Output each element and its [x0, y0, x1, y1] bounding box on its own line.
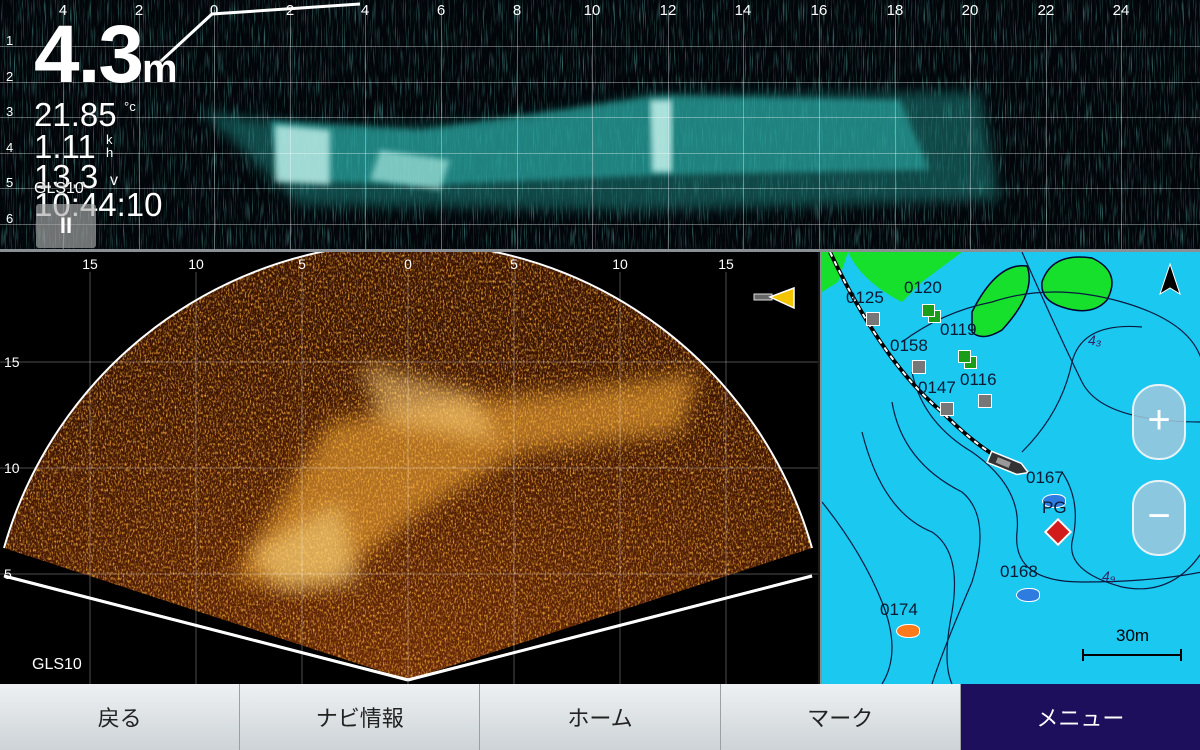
sonar-distance-tick: 14 — [734, 2, 752, 19]
home-button[interactable]: ホーム — [480, 684, 721, 750]
sonar-depth-tick: 1 — [6, 33, 14, 48]
waypoint-label[interactable]: 0158 — [890, 336, 928, 356]
sonar-grid-horizontal — [0, 82, 1200, 83]
sonar-distance-tick: 24 — [1112, 2, 1130, 19]
waypoint-square-icon[interactable] — [940, 402, 954, 416]
waypoint-label[interactable]: 0120 — [904, 278, 942, 298]
sonar-echo-image — [110, 2, 1200, 249]
waypoint-label[interactable]: PG — [1042, 498, 1067, 518]
sonar-distance-tick: 20 — [961, 2, 979, 19]
sonar-grid-horizontal — [0, 188, 1200, 189]
sonar-depth-tick: 2 — [6, 69, 14, 84]
sonar-depth-tick: 6 — [6, 211, 14, 226]
sonar-distance-tick: 6 — [436, 2, 446, 19]
transducer-direction-icon — [753, 286, 795, 310]
scope-range-tick: 5 — [510, 256, 518, 272]
waypoint-green-icon[interactable] — [958, 350, 971, 363]
traditional-sonar-panel[interactable]: 4 2 0 2 4 6 8 10 12 14 16 18 20 22 24 1 2 3 4 5 6 4.3m 21.85… — [0, 0, 1200, 252]
waypoint-square-icon[interactable] — [912, 360, 926, 374]
fish-marker-icon[interactable] — [896, 624, 920, 638]
sonar-distance-tick: 18 — [886, 2, 904, 19]
waypoint-square-icon[interactable] — [978, 394, 992, 408]
waypoint-label[interactable]: 0168 — [1000, 562, 1038, 582]
depth-contour-label: 4₃ — [1088, 332, 1102, 348]
water-temperature-readout: 21.85 — [34, 96, 117, 133]
sonar-grid-horizontal — [0, 153, 1200, 154]
scope-range-tick: 5 — [298, 256, 306, 272]
waypoint-square-icon[interactable] — [866, 312, 880, 326]
map-scale-label: 30m — [1116, 626, 1150, 645]
sonar-source-label: GLS10 — [34, 180, 84, 197]
bottom-navigation-bar: 戻る ナビ情報 ホーム マーク メニュー — [0, 684, 1200, 750]
sonar-distance-tick: 4 — [360, 2, 370, 19]
waypoint-green-icon[interactable] — [922, 304, 935, 317]
vessel-icon — [986, 450, 1030, 476]
temperature-unit: °c — [124, 99, 136, 114]
zoom-in-button[interactable]: + — [1132, 384, 1186, 460]
north-arrow-icon — [1159, 262, 1181, 296]
speed-unit: kh — [106, 132, 114, 160]
sonar-distance-tick: 22 — [1037, 2, 1055, 19]
sonar-distance-tick: 2 — [285, 2, 295, 19]
waypoint-label[interactable]: 0119 — [940, 320, 977, 340]
sonar-depth-tick: 4 — [6, 140, 14, 155]
mark-button[interactable]: マーク — [720, 684, 961, 750]
sonar-grid-horizontal — [0, 46, 1200, 47]
scope-source-label: GLS10 — [32, 656, 82, 673]
depth-readout: 4.3m — [34, 9, 178, 100]
scope-depth-tick: 15 — [4, 354, 20, 370]
depth-unit: m — [142, 47, 178, 91]
sonar-distance-tick: 8 — [512, 2, 522, 19]
waypoint-label[interactable]: 0167 — [1026, 468, 1064, 488]
livescope-sonar-panel[interactable]: 15 10 5 0 5 10 15 15 10 5 GLS10 — [0, 252, 818, 684]
fish-marker-icon[interactable] — [1016, 588, 1040, 602]
scope-depth-tick: 10 — [4, 460, 20, 476]
sonar-grid-horizontal — [0, 117, 1200, 118]
sonar-distance-tick: 0 — [209, 2, 219, 19]
back-button[interactable]: 戻る — [0, 684, 241, 750]
sonar-distance-tick: 10 — [583, 2, 601, 19]
scope-range-tick: 10 — [188, 256, 204, 272]
sonar-distance-tick: 12 — [659, 2, 677, 19]
depth-contour-label: 4₉ — [1102, 568, 1116, 584]
sonar-depth-tick: 5 — [6, 175, 14, 190]
zoom-out-button[interactable]: − — [1132, 480, 1186, 556]
sonar-depth-tick: 3 — [6, 104, 14, 119]
nav-info-button[interactable]: ナビ情報 — [240, 684, 481, 750]
scope-range-tick: 15 — [718, 256, 734, 272]
waypoint-label[interactable]: 0174 — [880, 600, 918, 620]
waypoint-label[interactable]: 0147 — [918, 378, 956, 398]
waypoint-label[interactable]: 0125 — [846, 288, 884, 308]
sonar-grid-horizontal — [0, 224, 1200, 225]
menu-button[interactable]: メニュー — [960, 684, 1200, 750]
scope-range-tick: 0 — [404, 256, 412, 272]
sonar-distance-tick: 16 — [810, 2, 828, 19]
scope-range-tick: 10 — [612, 256, 628, 272]
livescope-echo-image — [0, 252, 818, 684]
scope-range-tick: 15 — [82, 256, 98, 272]
pause-button[interactable]: II — [36, 204, 96, 248]
map-scale-bar — [1082, 649, 1182, 661]
waypoint-label[interactable]: 0116 — [960, 370, 997, 390]
navigation-chart-panel[interactable]: 0125 0120 0119 0158 0147 0116 0167 PG 0168 0174 4₃… — [820, 252, 1200, 684]
scope-depth-tick: 5 — [4, 566, 12, 582]
